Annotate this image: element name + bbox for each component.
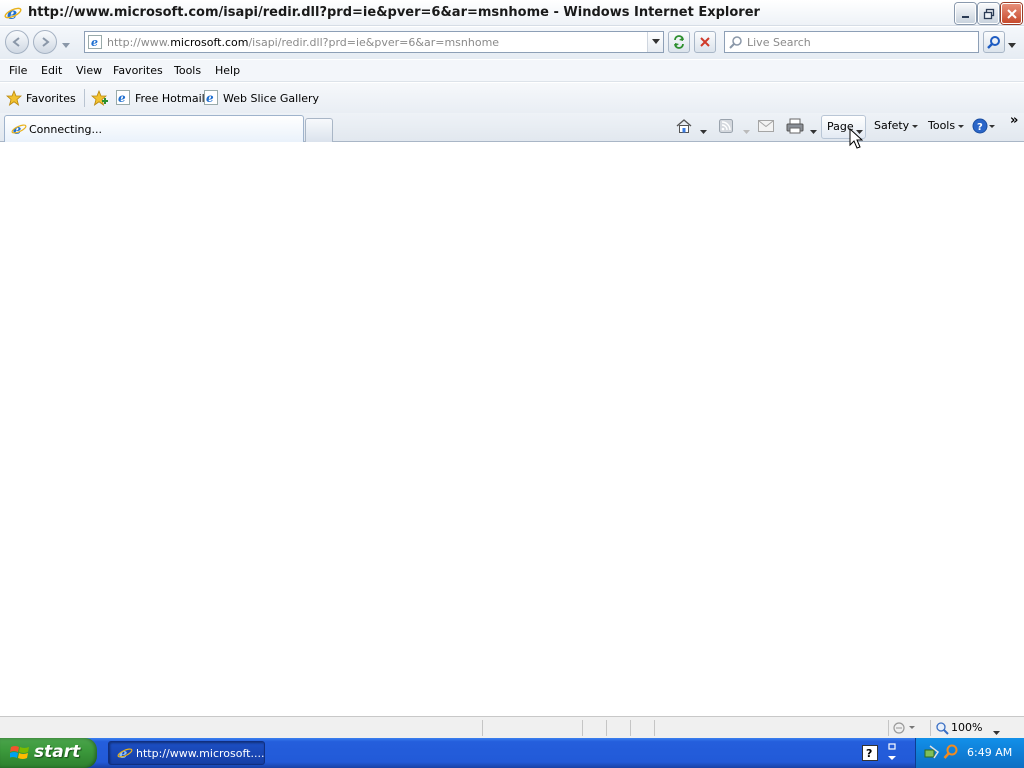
- add-to-favorites-icon[interactable]: [90, 89, 109, 109]
- forward-button[interactable]: [33, 30, 57, 54]
- address-toolbar: e http://www.microsoft.com/isapi/redir.d…: [0, 27, 1024, 59]
- status-divider: [630, 720, 631, 736]
- taskbar-ie-window[interactable]: e http://www.microsoft....: [108, 741, 265, 765]
- address-url[interactable]: http://www.microsoft.com/isapi/redir.dll…: [107, 36, 499, 49]
- menu-favorites[interactable]: Favorites: [113, 64, 163, 77]
- status-divider: [888, 720, 889, 736]
- page-ie-icon: e: [88, 35, 102, 52]
- svg-text:?: ?: [977, 122, 983, 133]
- menu-bar: File Edit View Favorites Tools Help: [0, 60, 1024, 82]
- tab-title: Connecting...: [29, 123, 102, 136]
- page-content: [0, 142, 1024, 716]
- status-divider: [606, 720, 607, 736]
- restore-tray-icon[interactable]: [886, 743, 898, 766]
- home-dropdown-icon[interactable]: [700, 125, 707, 138]
- address-field[interactable]: e http://www.microsoft.com/isapi/redir.d…: [84, 31, 664, 53]
- network-tray-icon[interactable]: [924, 744, 940, 763]
- status-bar: 100%: [0, 716, 1024, 738]
- favorites-button[interactable]: Favorites: [26, 92, 76, 105]
- print-icon[interactable]: [786, 118, 804, 137]
- favorites-bar: Favorites e Free Hotmail e Web Slice Gal…: [0, 83, 1024, 113]
- close-window-button[interactable]: [1001, 3, 1022, 24]
- window-title: http://www.microsoft.com/isapi/redir.dll…: [28, 5, 760, 20]
- taskbar: start e http://www.microsoft.... ? 6:49 …: [0, 738, 1024, 768]
- start-button[interactable]: start: [0, 738, 97, 768]
- home-icon[interactable]: [676, 118, 692, 137]
- menu-file[interactable]: File: [9, 64, 27, 77]
- svg-text:e: e: [118, 91, 126, 105]
- search-options-dropdown-icon[interactable]: [1008, 39, 1016, 52]
- new-tab-button[interactable]: [305, 118, 333, 142]
- refresh-button[interactable]: [668, 31, 690, 53]
- svg-text:?: ?: [866, 747, 872, 760]
- svg-text:e: e: [7, 5, 17, 21]
- mouse-cursor-icon: [849, 127, 864, 153]
- svg-text:e: e: [13, 123, 21, 136]
- search-tray-icon[interactable]: [943, 744, 959, 763]
- tab-active[interactable]: e Connecting...: [4, 115, 304, 142]
- svg-text:e: e: [206, 91, 214, 105]
- menu-view[interactable]: View: [76, 64, 102, 77]
- menu-edit[interactable]: Edit: [41, 64, 62, 77]
- stop-button[interactable]: [694, 31, 716, 53]
- search-button[interactable]: [983, 31, 1005, 53]
- menu-tools[interactable]: Tools: [174, 64, 201, 77]
- system-clock: 6:49 AM: [967, 746, 1013, 759]
- tab-loading-ie-icon: e: [11, 122, 27, 139]
- webslice-ie-icon: e: [204, 90, 220, 109]
- status-divider: [654, 720, 655, 736]
- start-label: start: [34, 742, 81, 762]
- search-magnifier-icon: [729, 35, 743, 52]
- minimize-button[interactable]: [955, 3, 976, 24]
- svg-text:e: e: [91, 36, 98, 49]
- svg-text:e: e: [119, 747, 127, 760]
- taskbar-window-label: http://www.microsoft....: [136, 747, 265, 760]
- back-button[interactable]: [5, 30, 29, 54]
- mail-icon[interactable]: [758, 120, 774, 135]
- hotmail-ie-icon: e: [116, 90, 132, 109]
- feeds-icon[interactable]: [719, 119, 733, 136]
- print-dropdown-icon[interactable]: [810, 125, 817, 138]
- status-divider: [930, 720, 931, 736]
- ie-logo-icon: e: [4, 4, 22, 24]
- free-hotmail-link[interactable]: Free Hotmail: [135, 92, 205, 105]
- restore-button[interactable]: [978, 3, 999, 24]
- search-input[interactable]: Live Search: [724, 31, 979, 53]
- menu-help[interactable]: Help: [215, 64, 240, 77]
- status-divider: [582, 720, 583, 736]
- web-slice-gallery-link[interactable]: Web Slice Gallery: [223, 92, 319, 105]
- history-dropdown-icon[interactable]: [62, 39, 70, 52]
- address-dropdown-icon[interactable]: [647, 32, 663, 52]
- tab-command-bar: e Connecting... Page Safety Tools ? »: [0, 113, 1024, 142]
- zoom-level[interactable]: 100%: [951, 721, 982, 734]
- safety-menu-button[interactable]: Safety: [874, 119, 919, 132]
- windows-flag-icon: [9, 744, 30, 765]
- taskbar-ie-icon: e: [117, 746, 133, 763]
- tools-menu-button[interactable]: Tools: [928, 119, 965, 132]
- zoom-magnifier-icon: [935, 721, 949, 738]
- help-icon[interactable]: ?: [972, 118, 996, 137]
- title-bar: e http://www.microsoft.com/isapi/redir.d…: [0, 0, 1024, 26]
- search-placeholder: Live Search: [747, 36, 811, 49]
- favorites-star-icon: [5, 89, 23, 109]
- status-divider: [482, 720, 483, 736]
- more-commands-chevron-icon[interactable]: »: [1010, 113, 1018, 128]
- favbar-separator: [84, 89, 85, 107]
- feeds-dropdown-icon[interactable]: [743, 125, 750, 138]
- help-tray-icon[interactable]: ?: [862, 745, 878, 764]
- protected-mode-icon[interactable]: [892, 721, 916, 738]
